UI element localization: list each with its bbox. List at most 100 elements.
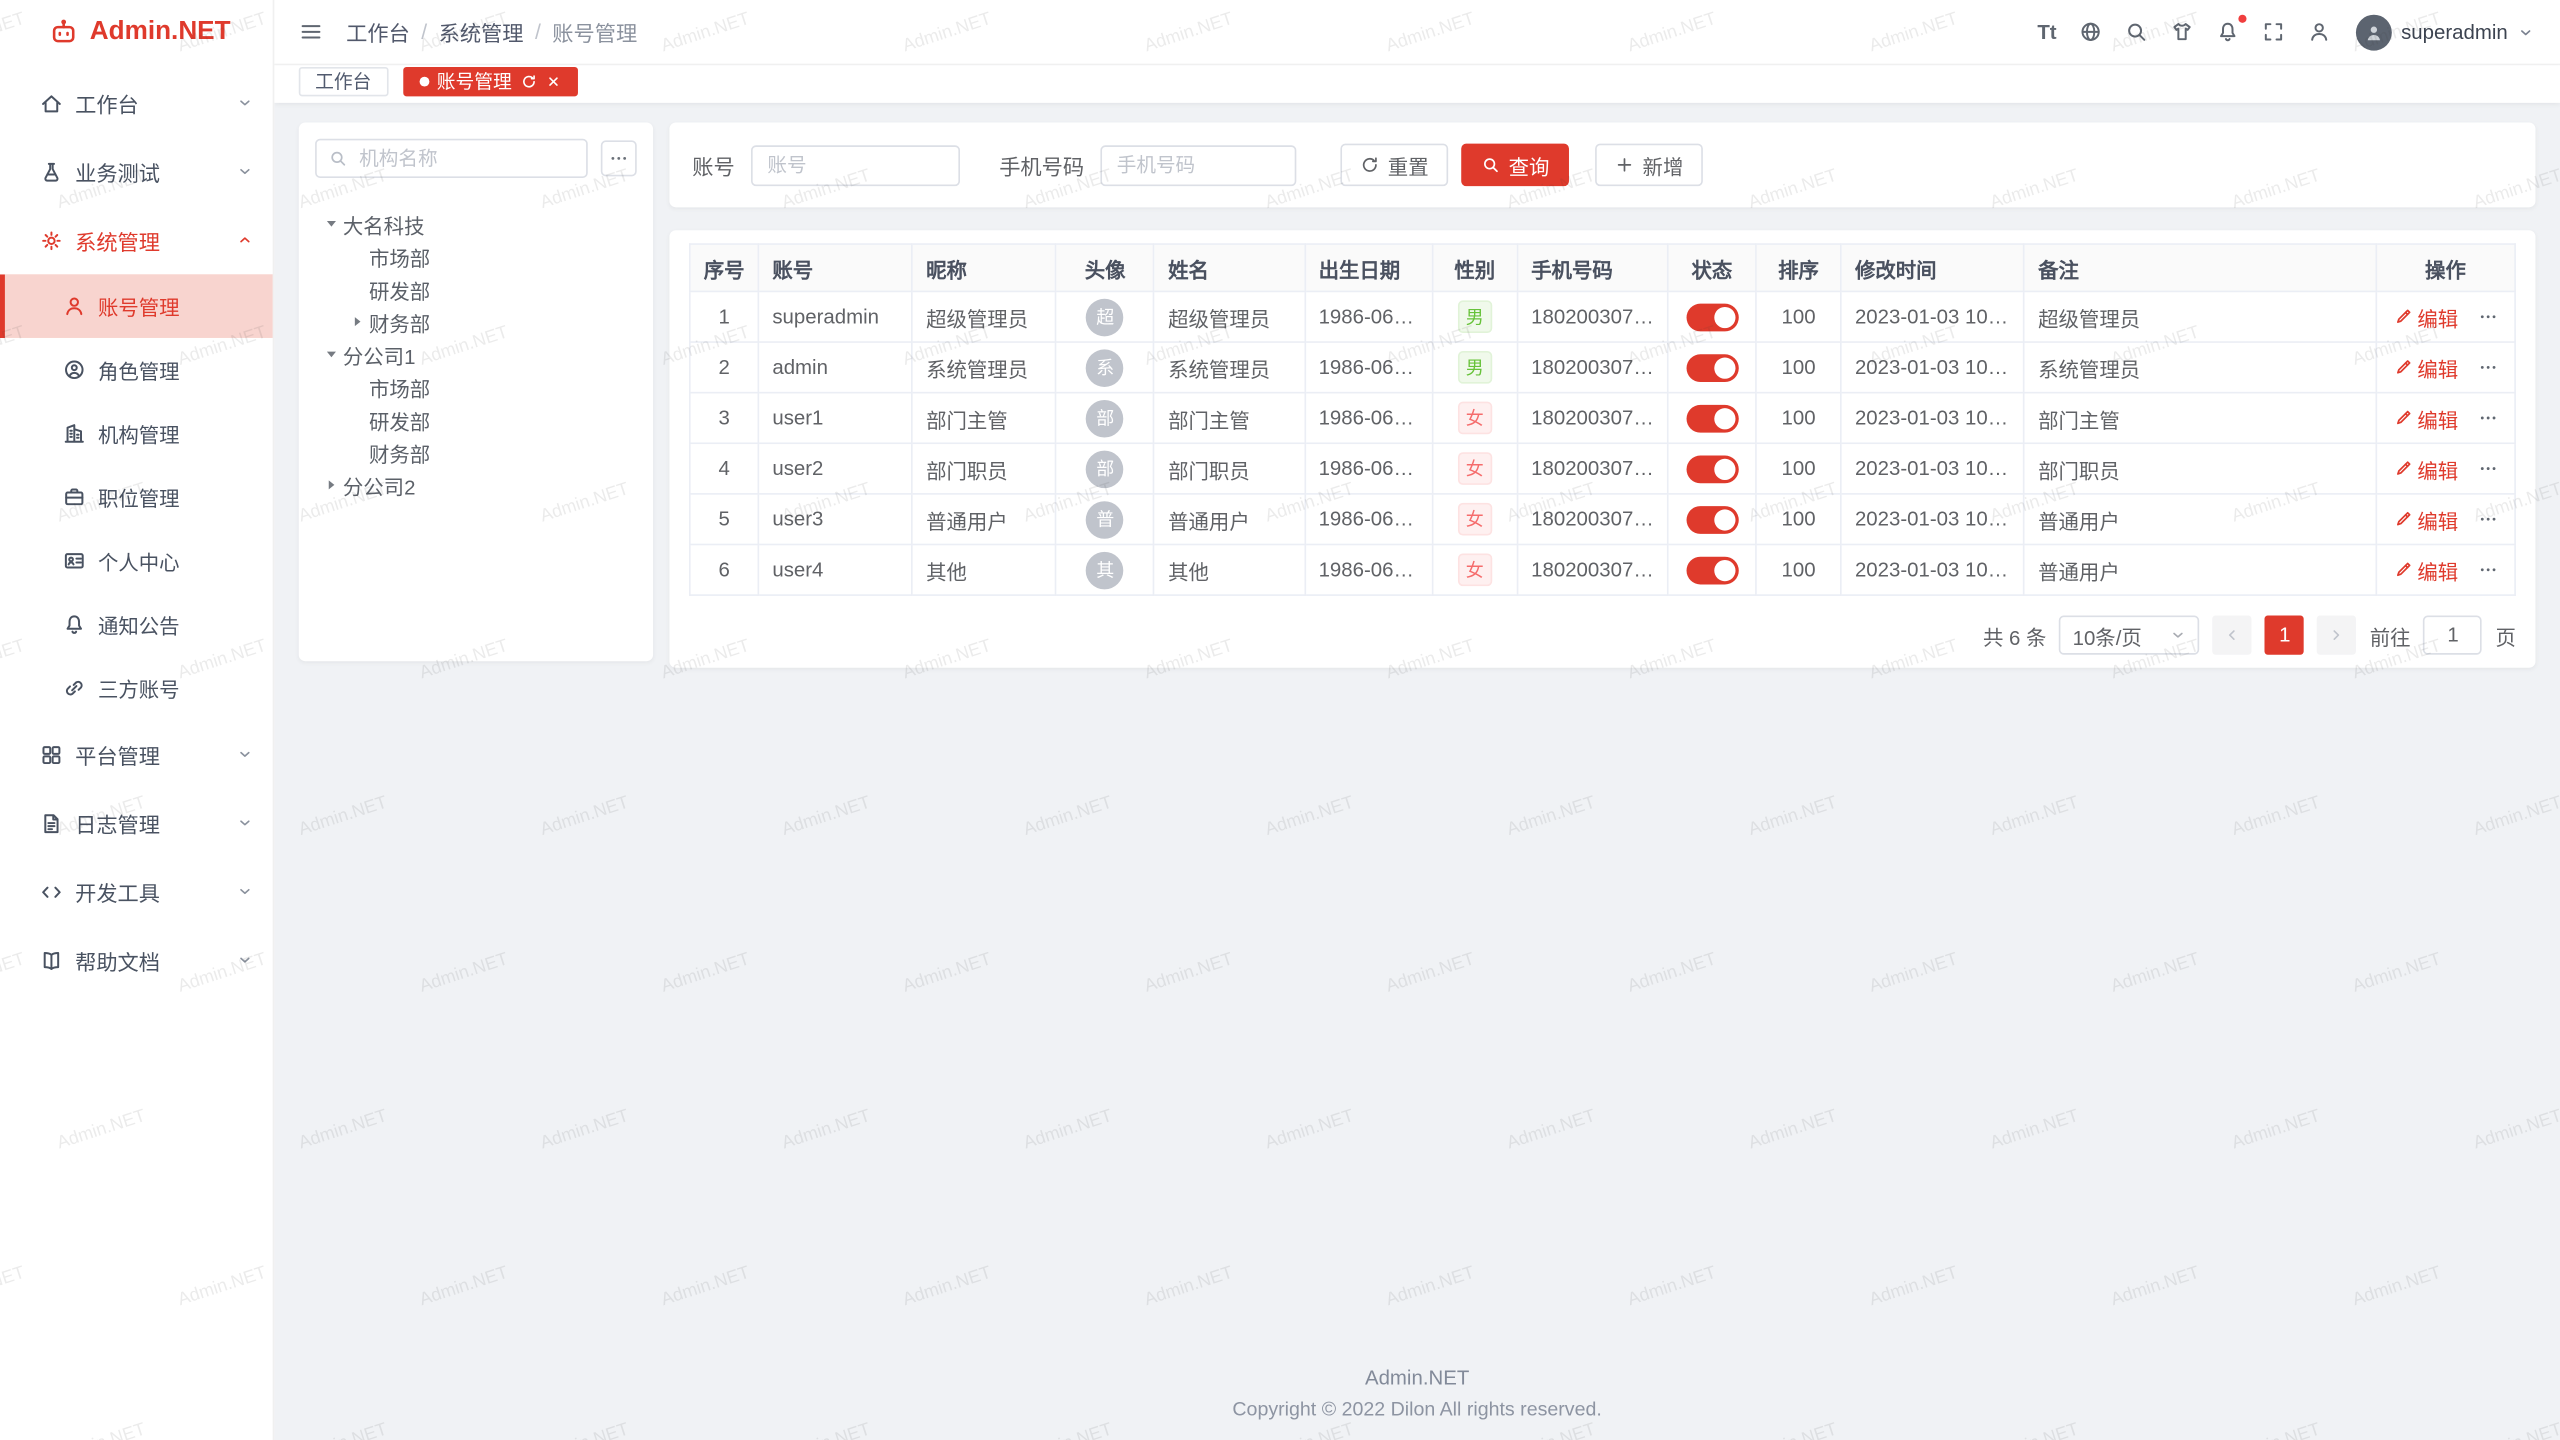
- breadcrumb-item[interactable]: 工作台: [346, 16, 410, 47]
- status-toggle[interactable]: [1686, 303, 1738, 331]
- breadcrumb-separator: /: [535, 20, 541, 44]
- more-actions-button[interactable]: [2479, 560, 2499, 580]
- tree-node[interactable]: 市场部: [315, 371, 637, 404]
- sidebar-item-help-docs[interactable]: 帮助文档: [0, 926, 273, 995]
- tab-account-management[interactable]: 账号管理: [402, 66, 577, 95]
- more-actions-button[interactable]: [2479, 307, 2499, 327]
- sidebar-item-system-management[interactable]: 系统管理: [0, 206, 273, 275]
- toggle-knob: [1714, 306, 1735, 327]
- edit-button[interactable]: 编辑: [2393, 301, 2458, 332]
- prev-page-button[interactable]: [2213, 616, 2252, 655]
- flask-icon: [39, 159, 63, 183]
- next-page-button[interactable]: [2318, 616, 2357, 655]
- column-header: 操作: [2376, 244, 2515, 291]
- table-row: 6 user4 其他 其 其他 1986-06-28 女 18020030720: [690, 544, 2515, 595]
- add-button[interactable]: 新增: [1595, 144, 1703, 186]
- edit-button[interactable]: 编辑: [2393, 504, 2458, 535]
- edit-button[interactable]: 编辑: [2393, 554, 2458, 585]
- sidebar-item-org-management[interactable]: 机构管理: [0, 402, 273, 466]
- table-row: 2 admin 系统管理员 系 系统管理员 1986-06-28 男 18020…: [690, 342, 2515, 393]
- cell-sort: 100: [1756, 291, 1841, 342]
- tree-node[interactable]: 财务部: [315, 436, 637, 469]
- sidebar-item-personal-center[interactable]: 个人中心: [0, 529, 273, 593]
- cell-phone: 18020030720: [1517, 494, 1667, 545]
- more-actions-button[interactable]: [2479, 408, 2499, 428]
- more-actions-button[interactable]: [2479, 509, 2499, 529]
- cell-phone: 18020030720: [1517, 544, 1667, 595]
- current-page-button[interactable]: 1: [2265, 616, 2304, 655]
- reset-button[interactable]: 重置: [1340, 144, 1448, 186]
- cell-actions: 编辑: [2376, 544, 2515, 595]
- footer-title: Admin.NET: [299, 1367, 2536, 1390]
- status-toggle[interactable]: [1686, 353, 1738, 381]
- theme-icon[interactable]: [2169, 20, 2193, 44]
- tree-node-label: 市场部: [369, 371, 430, 402]
- page-content: 大名科技 市场部 研发部 财务部: [274, 103, 2560, 1440]
- sidebar-item-notice[interactable]: 通知公告: [0, 593, 273, 657]
- sidebar-item-account-management[interactable]: 账号管理: [0, 274, 273, 338]
- avatar: 超: [1086, 298, 1124, 336]
- cell-status: [1668, 544, 1756, 595]
- edit-button[interactable]: 编辑: [2393, 402, 2458, 433]
- tree-node[interactable]: 分公司2: [315, 469, 637, 502]
- phone-input[interactable]: [1100, 144, 1296, 185]
- more-actions-button[interactable]: [2479, 459, 2499, 479]
- status-toggle[interactable]: [1686, 556, 1738, 584]
- sidebar-item-label: 职位管理: [98, 482, 180, 513]
- cell-nickname: 其他: [912, 544, 1056, 595]
- search-icon[interactable]: [2124, 20, 2148, 44]
- logo[interactable]: Admin.NET: [0, 0, 273, 65]
- sidebar-item-third-party-account[interactable]: 三方账号: [0, 656, 273, 720]
- notification-icon[interactable]: [2215, 20, 2239, 44]
- logo-text: Admin.NET: [90, 18, 231, 47]
- cell-modified-time: 2023-01-03 10:59:44: [1841, 544, 2024, 595]
- cell-birthdate: 1986-06-28: [1305, 393, 1433, 444]
- close-icon[interactable]: [544, 73, 560, 89]
- page-size-select[interactable]: 10条/页: [2060, 616, 2200, 655]
- column-header: 备注: [2024, 244, 2376, 291]
- sidebar-item-platform-management[interactable]: 平台管理: [0, 720, 273, 789]
- tree-node[interactable]: 市场部: [315, 240, 637, 273]
- sidebar-item-role-management[interactable]: 角色管理: [0, 338, 273, 402]
- sidebar-item-dev-tools[interactable]: 开发工具: [0, 857, 273, 926]
- hamburger-icon[interactable]: [299, 20, 323, 44]
- tree-node[interactable]: 大名科技: [315, 207, 637, 240]
- goto-page-input[interactable]: [2424, 616, 2483, 655]
- sidebar-item-workbench[interactable]: 工作台: [0, 69, 273, 138]
- account-input[interactable]: [751, 144, 960, 185]
- breadcrumb-item[interactable]: 系统管理: [439, 16, 524, 47]
- status-toggle[interactable]: [1686, 505, 1738, 533]
- sidebar-item-business-test[interactable]: 业务测试: [0, 137, 273, 206]
- language-icon[interactable]: [2078, 20, 2102, 44]
- tree-node[interactable]: 研发部: [315, 403, 637, 436]
- status-toggle[interactable]: [1686, 455, 1738, 483]
- tree-node[interactable]: 分公司1: [315, 338, 637, 371]
- search-button[interactable]: 查询: [1461, 144, 1569, 186]
- sidebar-item-log-management[interactable]: 日志管理: [0, 789, 273, 858]
- edit-button[interactable]: 编辑: [2393, 453, 2458, 484]
- cell-status: [1668, 291, 1756, 342]
- sidebar-item-position-management[interactable]: 职位管理: [0, 465, 273, 529]
- sidebar-item-label: 帮助文档: [75, 944, 160, 975]
- table-row: 3 user1 部门主管 部 部门主管 1986-06-28 女 1802003…: [690, 393, 2515, 444]
- tree-more-button[interactable]: [601, 140, 637, 176]
- cell-no: 6: [690, 544, 759, 595]
- cell-gender: 女: [1432, 393, 1517, 444]
- edit-button[interactable]: 编辑: [2393, 352, 2458, 383]
- refresh-icon[interactable]: [520, 73, 536, 89]
- user-menu[interactable]: superadmin: [2355, 14, 2533, 50]
- tab-workbench[interactable]: 工作台: [299, 66, 388, 95]
- user-icon[interactable]: [2306, 20, 2330, 44]
- cell-phone: 18020030720: [1517, 342, 1667, 393]
- tree-node[interactable]: 研发部: [315, 273, 637, 306]
- more-actions-button[interactable]: [2479, 358, 2499, 378]
- status-toggle[interactable]: [1686, 404, 1738, 432]
- toggle-knob: [1714, 559, 1735, 580]
- search-icon: [328, 149, 348, 169]
- fullscreen-icon[interactable]: [2261, 20, 2285, 44]
- cell-avatar: 部: [1056, 393, 1154, 444]
- org-name-search-input[interactable]: [315, 139, 588, 178]
- table-row: 1 superadmin 超级管理员 超 超级管理员 1986-06-28 男 …: [690, 291, 2515, 342]
- font-size-icon[interactable]: Tt: [2037, 20, 2056, 43]
- tree-node[interactable]: 财务部: [315, 305, 637, 338]
